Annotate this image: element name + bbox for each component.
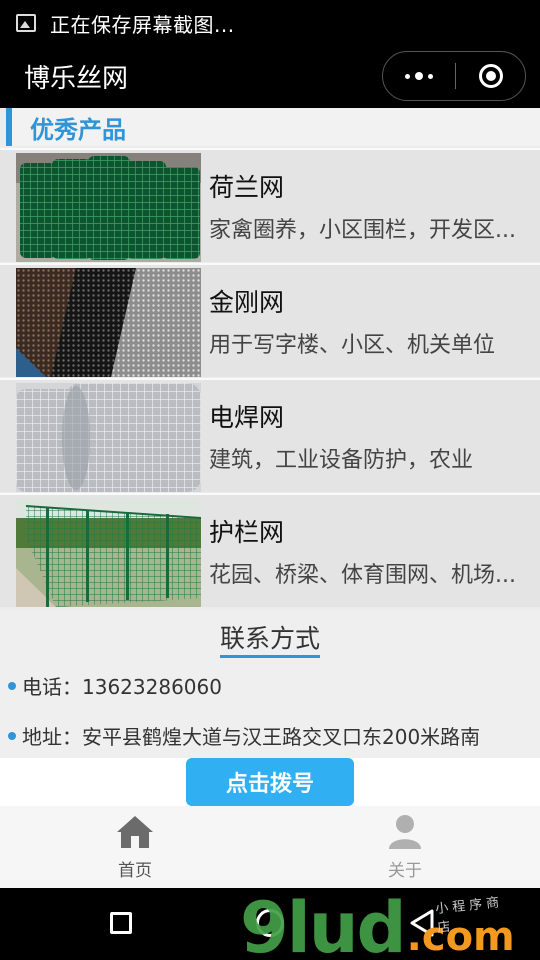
product-desc: 建筑，工业设备防护，农业 (209, 448, 474, 473)
more-dot-icon (428, 73, 433, 79)
product-image-welded-mesh (16, 383, 201, 492)
image-icon (16, 14, 36, 32)
status-bar: 正在保存屏幕截图... (0, 0, 540, 46)
product-name: 荷兰网 (209, 173, 285, 202)
product-name: 电焊网 (209, 403, 285, 432)
bullet-dot-icon (8, 731, 16, 740)
product-desc: 家禽圈养，小区围栏，开发区... (209, 218, 516, 243)
product-name: 金刚网 (209, 288, 285, 317)
app-title: 博乐丝网 (24, 64, 129, 94)
person-icon (389, 815, 421, 849)
product-image-diamond-mesh (16, 268, 201, 377)
system-nav-bar (0, 888, 540, 960)
home-circle-icon[interactable] (256, 909, 284, 937)
contact-phone-text: 电话：13623286060 (22, 675, 222, 699)
main-content: 优秀产品 荷兰网 家禽圈养，小区围栏，开发区... 金刚网 用于写字楼、小区、机… (0, 108, 540, 758)
product-image-holland-mesh (16, 153, 201, 262)
contact-title: 联系方式 (219, 624, 320, 658)
tab-about[interactable]: 关于 (345, 814, 465, 881)
bullet-dot-icon (8, 681, 16, 690)
tab-home-label: 首页 (118, 861, 152, 881)
product-item-guardrail-mesh[interactable]: 护栏网 花园、桥梁、体育围网、机场... (0, 493, 540, 607)
contact-section: 联系方式 电话：13623286060 地址：安平县鹤煌大道与汉王路交叉口东20… (0, 611, 540, 758)
back-triangle-icon[interactable] (408, 908, 436, 938)
status-text: 正在保存屏幕截图... (50, 12, 235, 37)
tab-bar: 首页 关于 (0, 806, 540, 888)
product-desc: 花园、桥梁、体育围网、机场... (209, 563, 516, 588)
more-dot-icon (415, 72, 423, 80)
close-target-icon (478, 64, 503, 88)
recent-apps-icon[interactable] (110, 912, 132, 934)
product-item-diamond-mesh[interactable]: 金刚网 用于写字楼、小区、机关单位 (0, 263, 540, 377)
product-item-welded-mesh[interactable]: 电焊网 建筑，工业设备防护，农业 (0, 378, 540, 492)
call-button[interactable]: 点击拨号 (186, 758, 354, 806)
product-name: 护栏网 (209, 518, 285, 547)
more-dot-icon (405, 73, 410, 79)
contact-address: 地址：安平县鹤煌大道与汉王路交叉口东200米路南 (8, 721, 480, 750)
contact-title-wrap: 联系方式 (0, 619, 540, 658)
close-button[interactable] (456, 52, 525, 100)
section-header: 优秀产品 (6, 108, 540, 146)
house-icon (117, 816, 153, 848)
tab-about-label: 关于 (388, 861, 422, 881)
product-desc: 用于写字楼、小区、机关单位 (209, 333, 496, 358)
contact-phone[interactable]: 电话：13623286060 (8, 671, 222, 700)
section-title: 优秀产品 (30, 115, 126, 144)
more-button[interactable] (383, 52, 455, 100)
tab-home[interactable]: 首页 (75, 814, 195, 881)
contact-address-text: 地址：安平县鹤煌大道与汉王路交叉口东200米路南 (22, 725, 481, 749)
product-image-guardrail-mesh (16, 498, 201, 607)
app-header: 博乐丝网 (0, 46, 540, 108)
mini-program-capsule (382, 51, 526, 101)
bottom-area: 点击拨号 首页 关于 (0, 758, 540, 888)
product-item-holland-mesh[interactable]: 荷兰网 家禽圈养，小区围栏，开发区... (0, 148, 540, 262)
